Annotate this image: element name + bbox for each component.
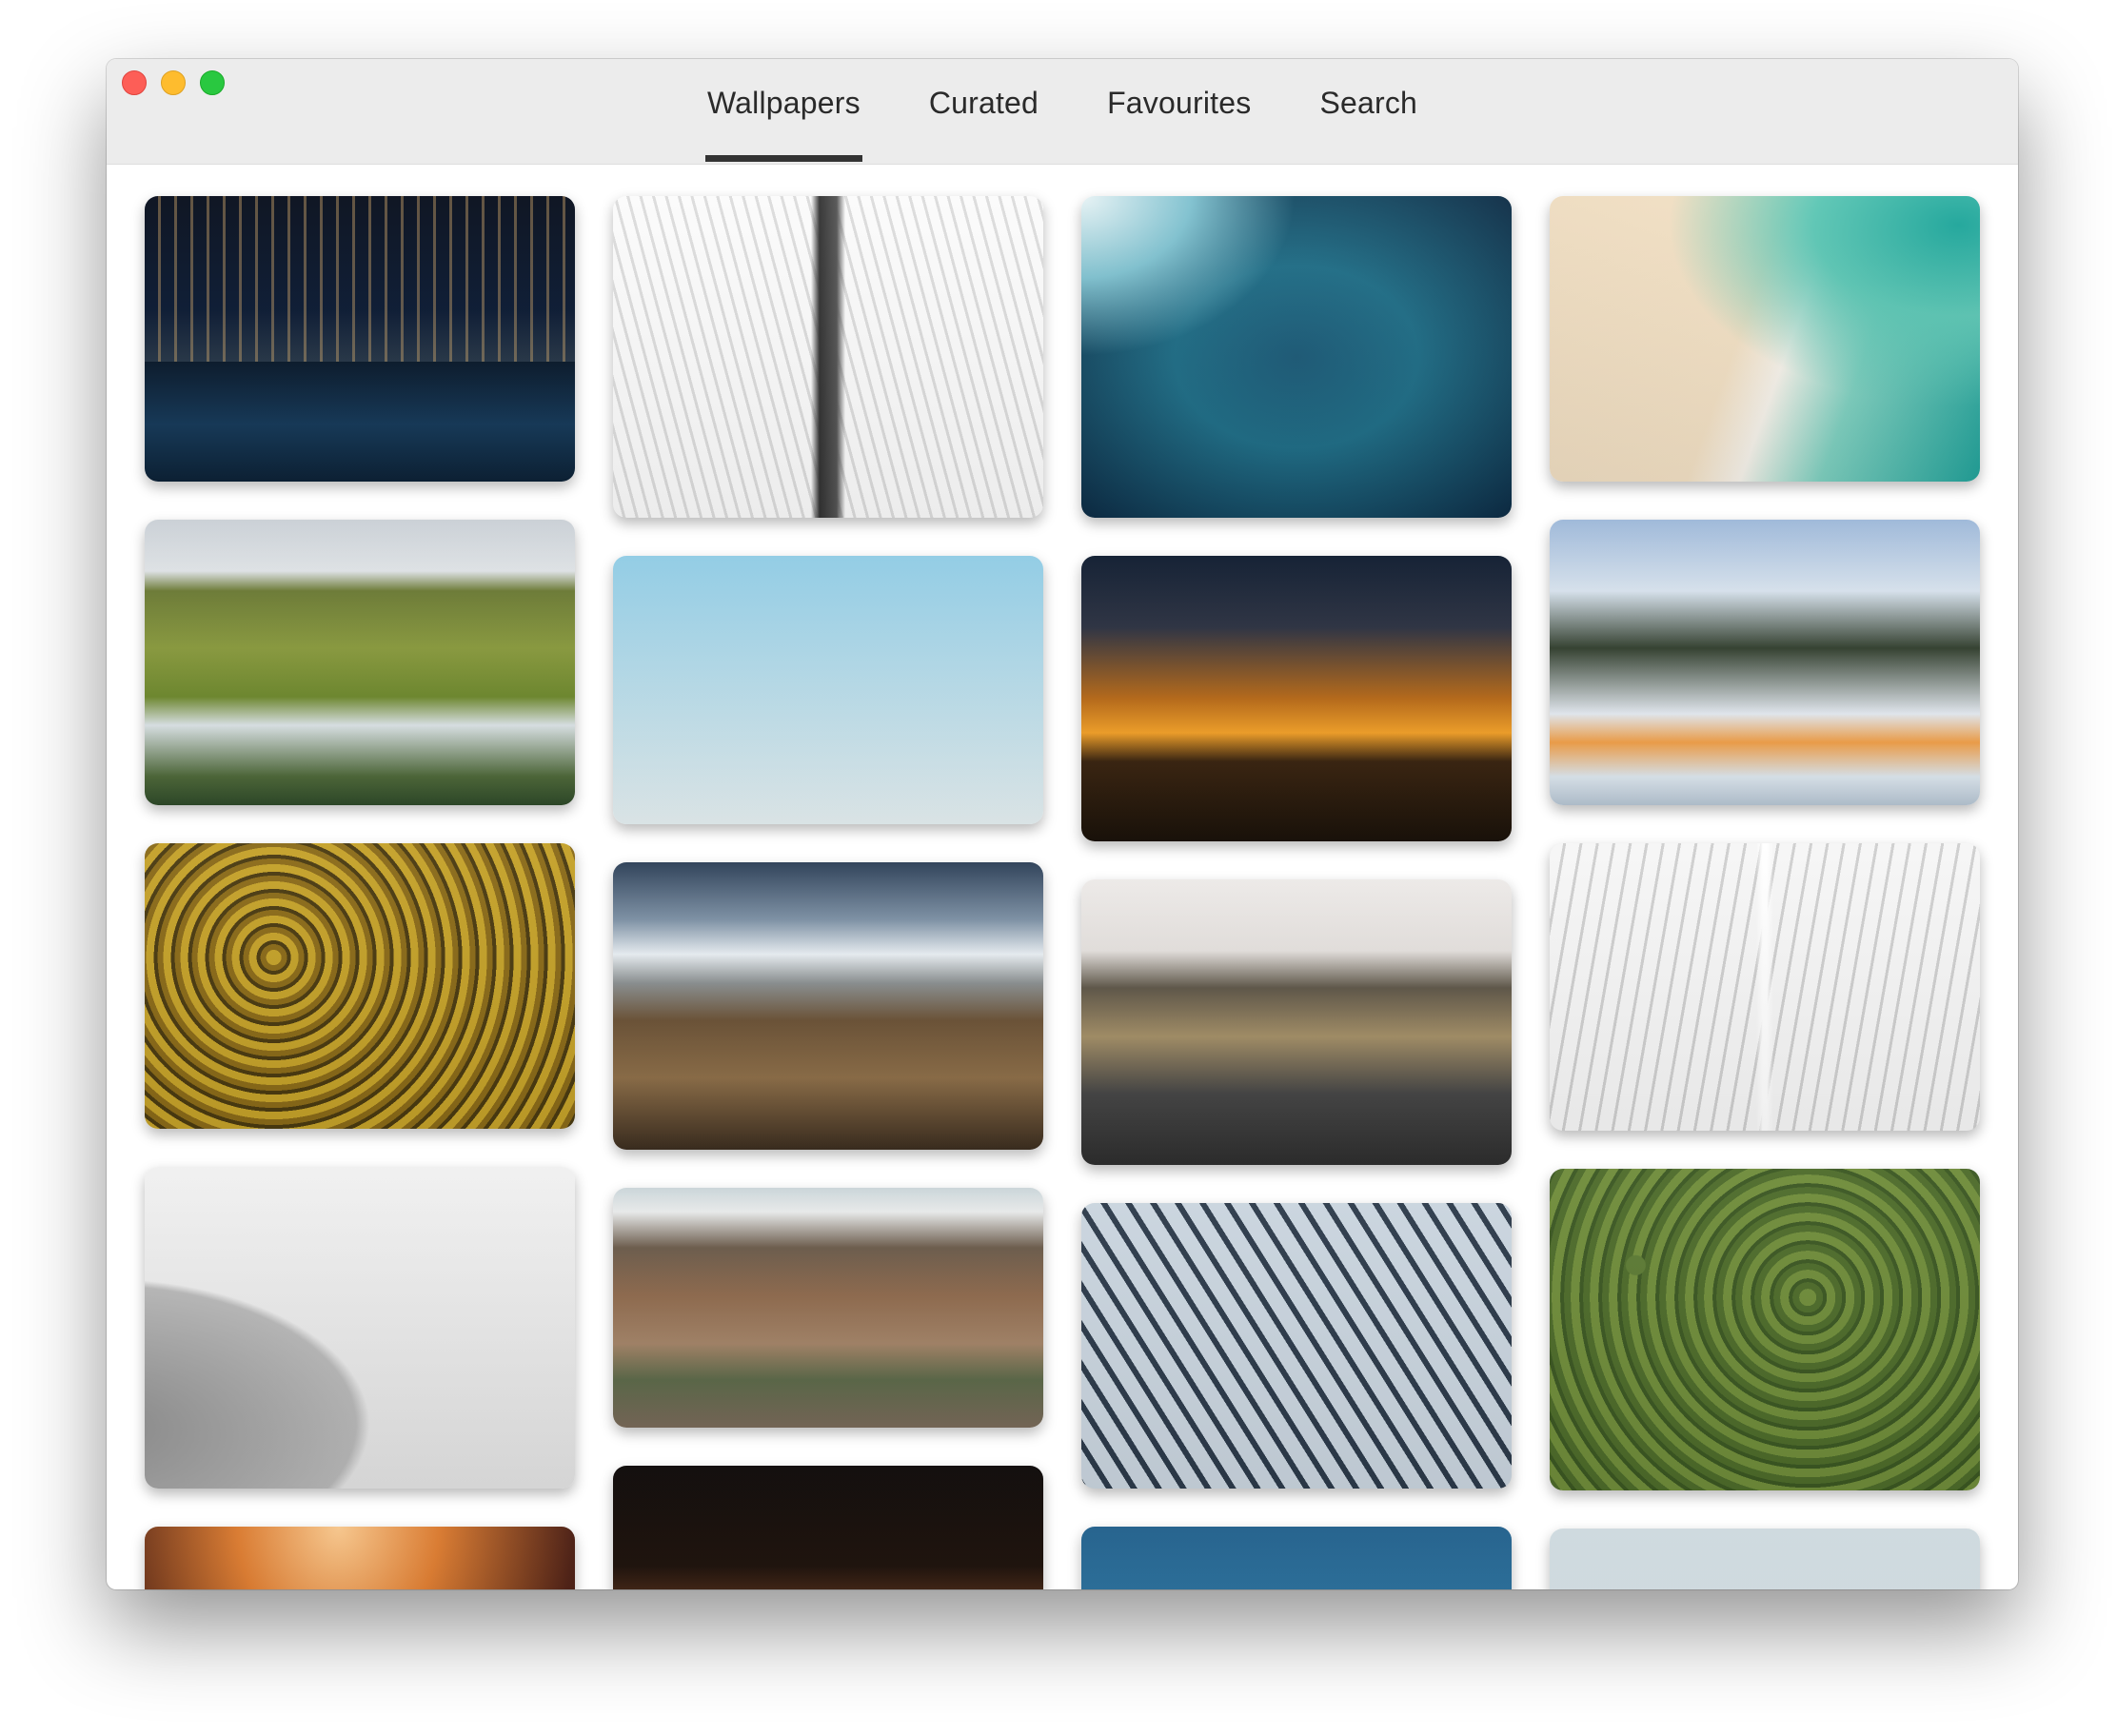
app-window: Wallpapers Curated Favourites Search [107,59,2018,1589]
grid-column-2 [613,196,1043,1589]
wallpaper-thumbnail[interactable] [145,196,575,482]
wallpaper-thumbnail[interactable] [1081,1527,1512,1589]
wallpaper-thumbnail[interactable] [1550,196,1980,482]
tab-curated[interactable]: Curated [927,59,1040,164]
wallpaper-thumbnail[interactable] [1081,556,1512,841]
titlebar: Wallpapers Curated Favourites Search [107,59,2018,165]
wallpaper-thumbnail[interactable] [145,520,575,805]
wallpaper-thumbnail[interactable] [145,1527,575,1589]
grid-column-4 [1550,196,1980,1589]
wallpaper-thumbnail[interactable] [1081,879,1512,1165]
wallpaper-thumbnail[interactable] [1550,843,1980,1131]
tab-favourites[interactable]: Favourites [1105,59,1253,164]
wallpaper-grid [145,196,1980,1589]
wallpaper-thumbnail[interactable] [613,196,1043,518]
wallpaper-thumbnail[interactable] [1081,1203,1512,1489]
wallpaper-thumbnail[interactable] [613,556,1043,824]
tab-bar: Wallpapers Curated Favourites Search [107,59,2018,164]
wallpaper-thumbnail[interactable] [145,843,575,1129]
wallpaper-thumbnail[interactable] [1550,1529,1980,1589]
wallpaper-thumbnail[interactable] [613,1188,1043,1428]
wallpaper-thumbnail[interactable] [1550,1169,1980,1490]
tab-search[interactable]: Search [1317,59,1419,164]
tab-wallpapers[interactable]: Wallpapers [704,59,862,164]
wallpaper-thumbnail[interactable] [145,1167,575,1489]
wallpaper-thumbnail[interactable] [1081,196,1512,518]
wallpaper-thumbnail[interactable] [613,862,1043,1150]
grid-column-1 [145,196,575,1589]
wallpaper-thumbnail[interactable] [613,1466,1043,1589]
wallpaper-thumbnail[interactable] [1550,520,1980,805]
grid-column-3 [1081,196,1512,1589]
